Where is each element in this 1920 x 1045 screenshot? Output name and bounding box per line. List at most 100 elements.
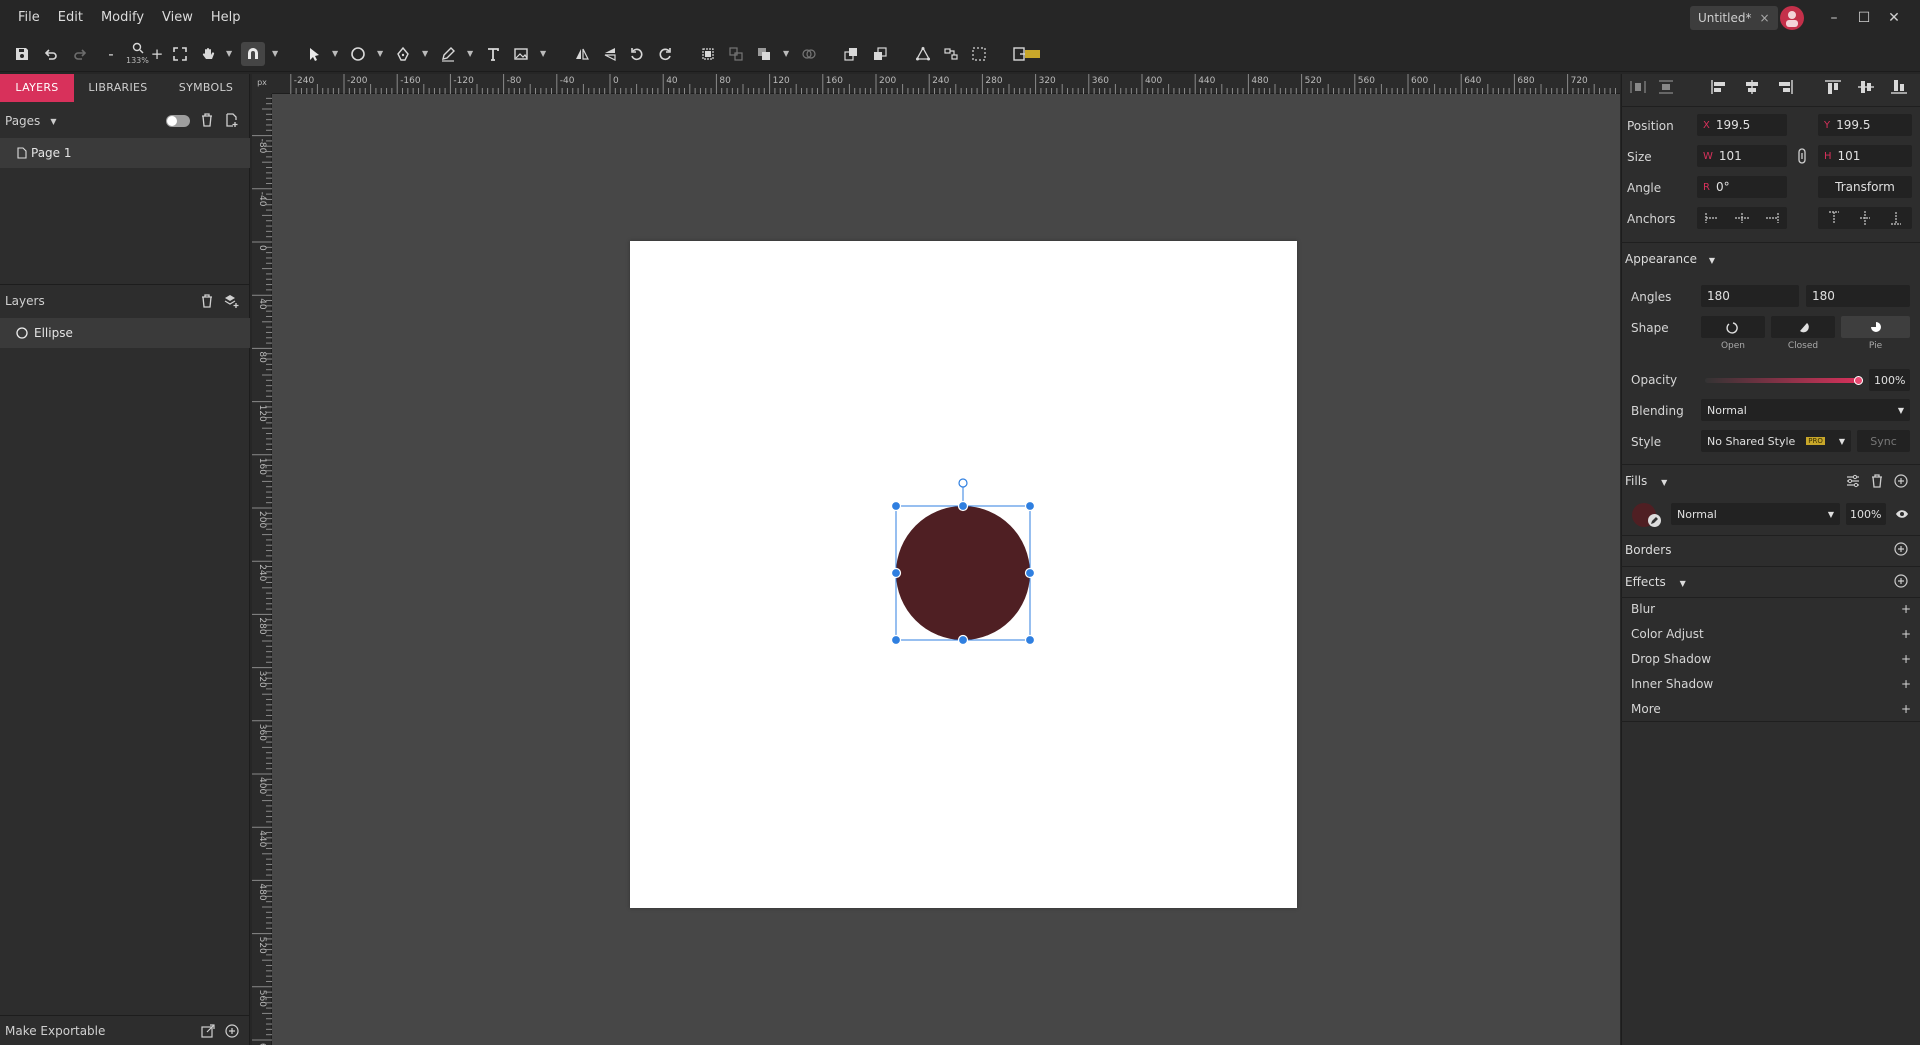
width-input[interactable]: W 101: [1697, 145, 1787, 167]
trash-icon[interactable]: [200, 113, 214, 127]
resize-handle-right[interactable]: [1024, 567, 1036, 579]
add-more-icon[interactable]: +: [1901, 702, 1911, 716]
effects-header[interactable]: Effects ▼: [1625, 575, 1686, 589]
layer-item[interactable]: Ellipse: [0, 318, 250, 348]
group-icon[interactable]: [696, 42, 720, 66]
effect-more[interactable]: More +: [1631, 702, 1911, 716]
text-tool-icon[interactable]: [481, 42, 505, 66]
tab-symbols[interactable]: SYMBOLS: [162, 74, 250, 102]
anchor-top-icon[interactable]: [1828, 211, 1839, 225]
undo-icon[interactable]: [39, 42, 63, 66]
flip-horizontal-icon[interactable]: [570, 42, 594, 66]
color-picker-icon[interactable]: [1648, 514, 1661, 527]
fit-screen-icon[interactable]: [168, 42, 192, 66]
fill-opacity-input[interactable]: 100%: [1846, 503, 1886, 525]
menu-edit[interactable]: Edit: [49, 0, 92, 36]
shape-pie-button[interactable]: [1841, 316, 1910, 338]
anchor-bottom-icon[interactable]: [1891, 211, 1902, 225]
add-inner-shadow-icon[interactable]: +: [1901, 677, 1911, 691]
effect-color-adjust[interactable]: Color Adjust +: [1631, 627, 1911, 641]
fill-settings-icon[interactable]: [1846, 474, 1860, 488]
tab-libraries[interactable]: LIBRARIES: [74, 74, 162, 102]
resize-handle-top-left[interactable]: [890, 500, 902, 512]
start-angle-input[interactable]: 180: [1701, 285, 1799, 307]
appearance-header[interactable]: Appearance ▼: [1625, 252, 1715, 266]
resize-handle-top[interactable]: [957, 500, 969, 512]
position-x-input[interactable]: X 199.5: [1697, 114, 1787, 136]
position-y-input[interactable]: Y 199.5: [1818, 114, 1912, 136]
add-blur-icon[interactable]: +: [1901, 602, 1911, 616]
delete-fill-icon[interactable]: [1870, 474, 1884, 488]
flip-vertical-icon[interactable]: [598, 42, 622, 66]
fills-dropdown-icon[interactable]: ▼: [1661, 478, 1667, 487]
add-layer-icon[interactable]: [224, 294, 240, 308]
ellipse-tool-icon[interactable]: [346, 42, 370, 66]
angle-input[interactable]: R 0°: [1697, 176, 1787, 198]
image-tool-icon[interactable]: [509, 42, 533, 66]
style-select[interactable]: No Shared Style PRO ▼: [1701, 430, 1851, 452]
mask-icon[interactable]: [797, 42, 821, 66]
anchor-center-icon[interactable]: [1735, 213, 1749, 223]
ellipse-shape[interactable]: [896, 506, 1030, 640]
shape-open-button[interactable]: [1701, 316, 1765, 338]
shape-tool-dropdown-icon[interactable]: ▼: [377, 49, 385, 59]
image-tool-dropdown-icon[interactable]: ▼: [540, 49, 548, 59]
zoom-in-button[interactable]: +: [150, 42, 164, 66]
height-input[interactable]: H 101: [1818, 145, 1912, 167]
crop-frame-icon[interactable]: [967, 42, 991, 66]
document-tab[interactable]: Untitled* ×: [1690, 6, 1778, 30]
resize-handle-top-right[interactable]: [1024, 500, 1036, 512]
pages-toggle[interactable]: [166, 115, 190, 127]
pencil-tool-icon[interactable]: [436, 42, 460, 66]
add-export-icon[interactable]: [225, 1024, 239, 1038]
align-right-icon[interactable]: [1777, 80, 1793, 94]
rotate-left-icon[interactable]: [625, 42, 649, 66]
appearance-dropdown-icon[interactable]: ▼: [1709, 256, 1715, 265]
save-icon[interactable]: [10, 42, 34, 66]
ungroup-icon[interactable]: [724, 42, 748, 66]
sync-button[interactable]: Sync: [1857, 430, 1910, 452]
fill-blend-select[interactable]: Normal ▼: [1671, 503, 1840, 525]
resize-handle-left[interactable]: [890, 567, 902, 579]
snap-dropdown-icon[interactable]: ▼: [272, 49, 280, 59]
avatar[interactable]: [1780, 6, 1804, 30]
selected-ellipse[interactable]: [890, 475, 1040, 650]
snap-magnet-icon[interactable]: [241, 42, 265, 66]
opacity-slider-handle[interactable]: [1854, 376, 1863, 385]
align-bottom-icon[interactable]: [1891, 80, 1907, 94]
send-backward-icon[interactable]: [868, 42, 892, 66]
maximize-button[interactable]: ☐: [1854, 8, 1874, 28]
bring-forward-icon[interactable]: [839, 42, 863, 66]
tab-layers[interactable]: LAYERS: [0, 74, 74, 102]
effect-blur[interactable]: Blur +: [1631, 602, 1911, 616]
fills-header[interactable]: Fills ▼: [1625, 474, 1667, 488]
distribute-vertical-icon[interactable]: [1658, 80, 1674, 94]
add-color-adjust-icon[interactable]: +: [1901, 627, 1911, 641]
redo-icon[interactable]: [68, 42, 92, 66]
shape-closed-button[interactable]: [1771, 316, 1835, 338]
pen-tool-icon[interactable]: [391, 42, 415, 66]
resize-handle-bottom[interactable]: [957, 634, 969, 646]
delete-layer-icon[interactable]: [200, 294, 214, 308]
boolean-dropdown-icon[interactable]: ▼: [783, 49, 791, 59]
zoom-icon[interactable]: [126, 40, 150, 56]
hand-tool-icon[interactable]: [196, 42, 220, 66]
rotate-handle[interactable]: [958, 478, 968, 488]
resize-handle-bottom-left[interactable]: [890, 634, 902, 646]
menu-modify[interactable]: Modify: [92, 0, 153, 36]
close-tab-icon[interactable]: ×: [1759, 11, 1769, 25]
minimize-button[interactable]: –: [1824, 8, 1844, 28]
boolean-union-icon[interactable]: [752, 42, 776, 66]
add-page-icon[interactable]: [225, 113, 239, 127]
end-angle-input[interactable]: 180: [1806, 285, 1910, 307]
effect-drop-shadow[interactable]: Drop Shadow +: [1631, 652, 1911, 666]
close-window-button[interactable]: ✕: [1884, 8, 1904, 28]
add-fill-icon[interactable]: [1894, 474, 1908, 488]
opacity-input[interactable]: 100%: [1869, 369, 1910, 391]
blending-select[interactable]: Normal ▼: [1701, 399, 1910, 421]
pages-dropdown-icon[interactable]: ▼: [50, 117, 56, 126]
resize-handle-bottom-right[interactable]: [1024, 634, 1036, 646]
menu-help[interactable]: Help: [202, 0, 250, 36]
zoom-out-button[interactable]: -: [104, 42, 118, 66]
effect-inner-shadow[interactable]: Inner Shadow +: [1631, 677, 1911, 691]
